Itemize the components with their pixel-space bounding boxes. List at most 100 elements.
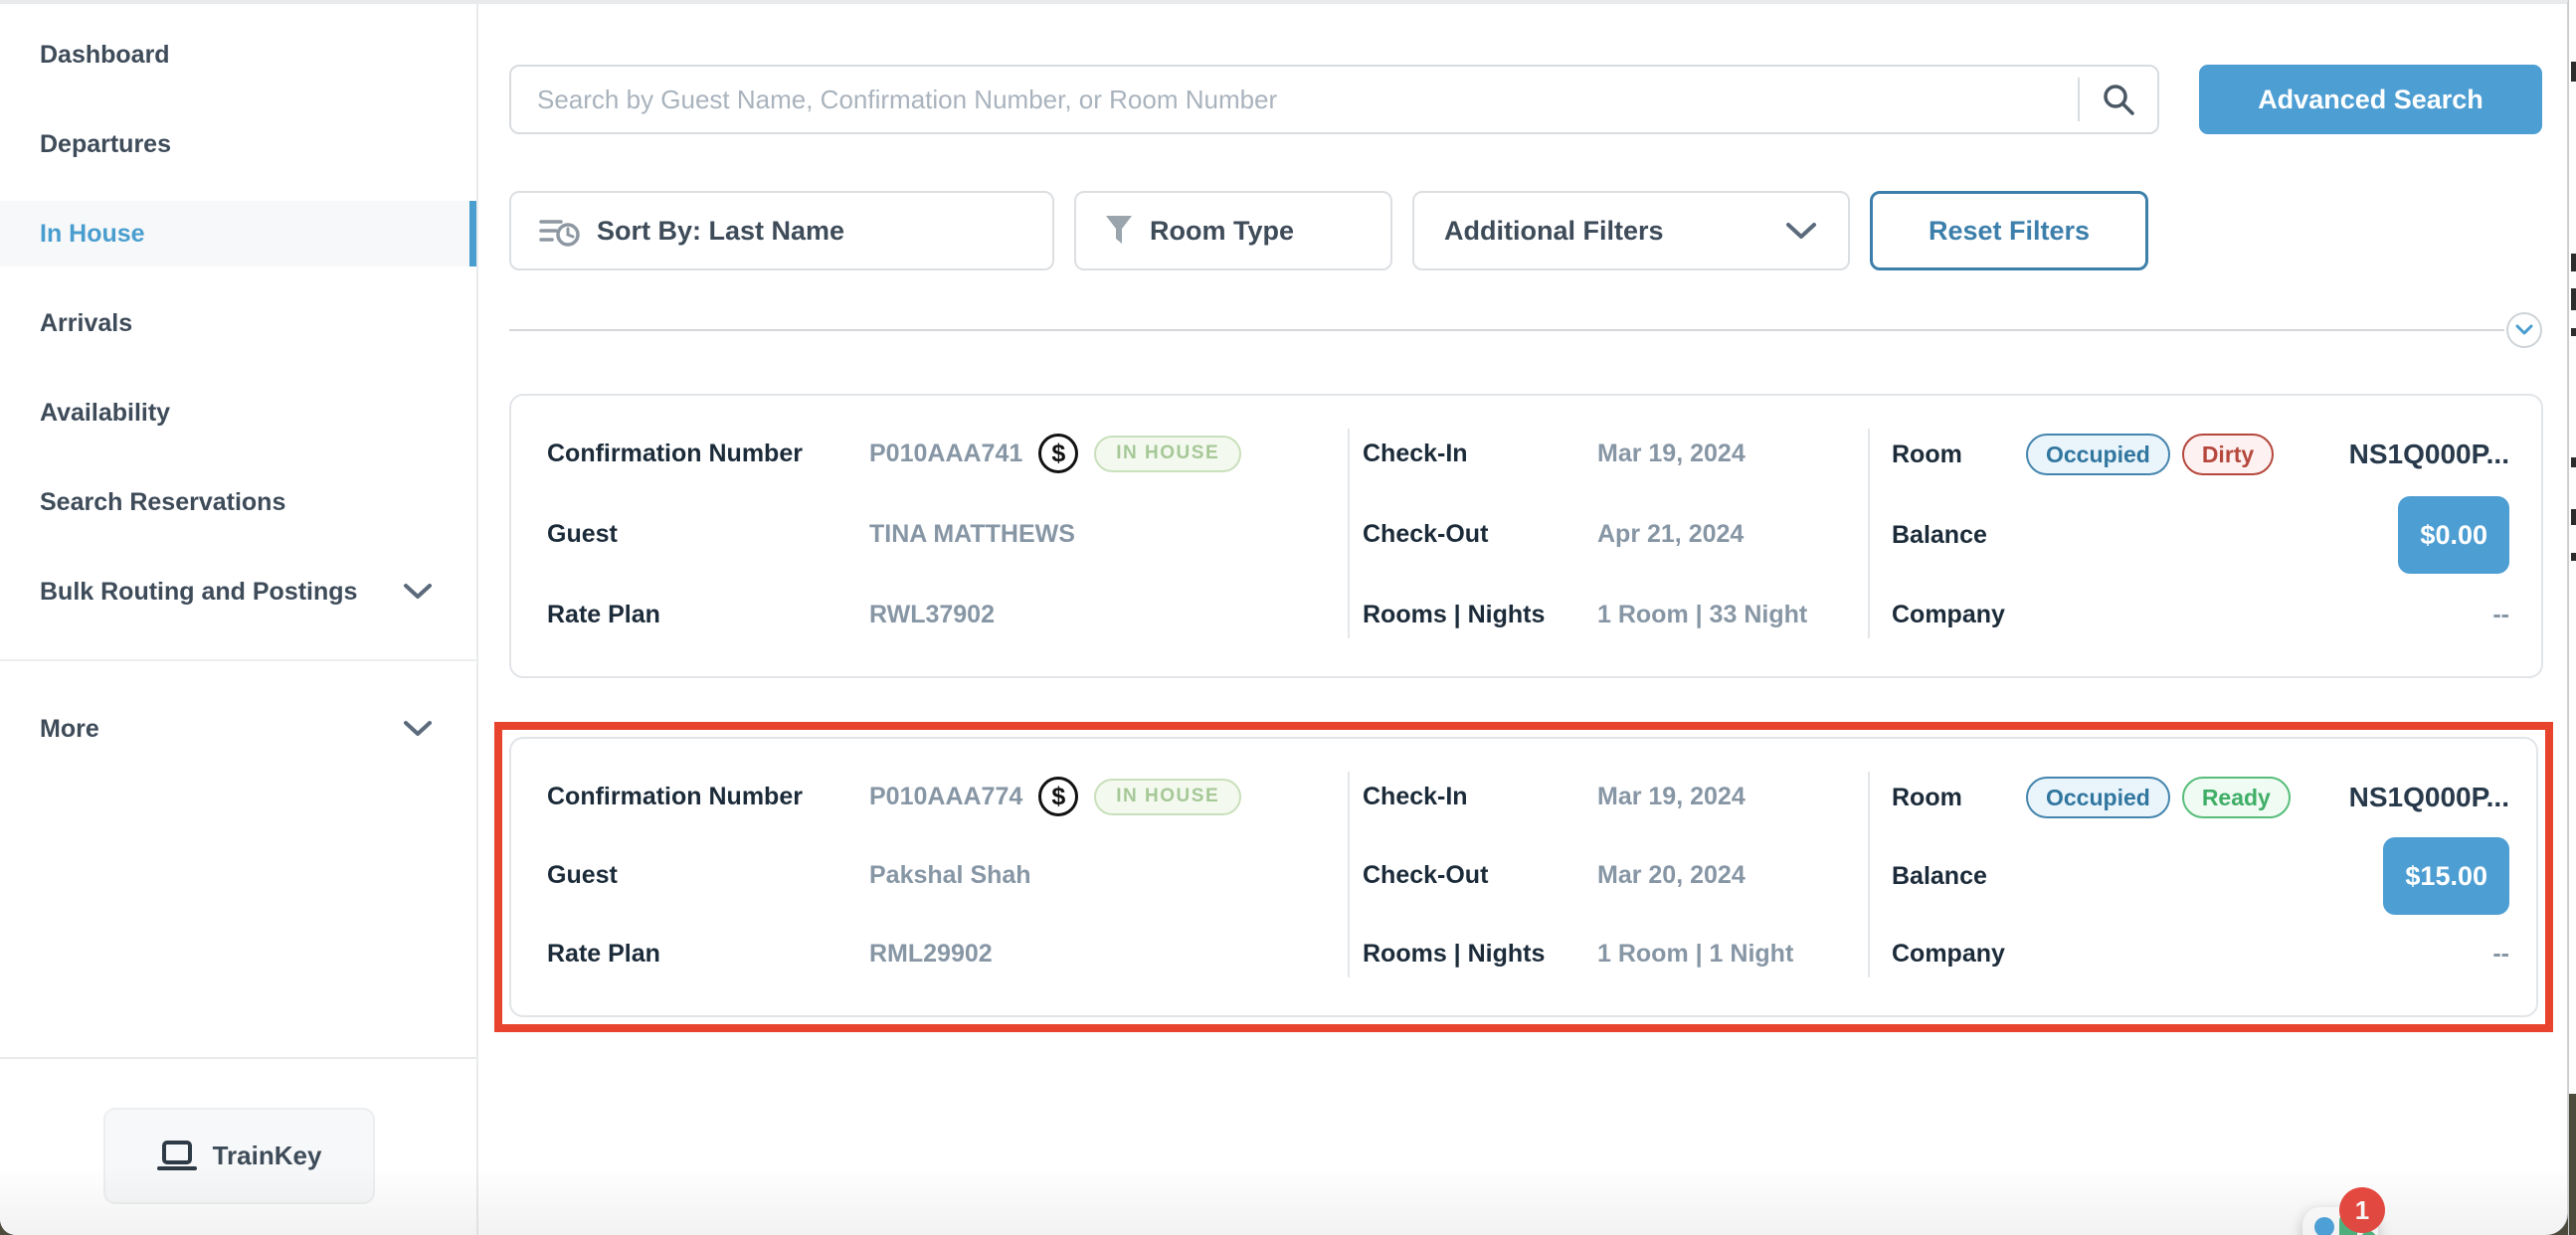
check-in-label: Check-In xyxy=(1363,440,1597,468)
funnel-icon xyxy=(1104,214,1134,248)
confirmation-number-value: P010AAA741 xyxy=(869,440,1022,468)
sidebar-item-bulk-routing-and-postings[interactable]: Bulk Routing and Postings xyxy=(0,559,476,624)
stay-dates-column: Check-In Mar 19, 2024 Check-Out Apr 21, … xyxy=(1348,396,1868,676)
rate-plan-label: Rate Plan xyxy=(547,940,869,969)
room-number-value: NS1Q000P... xyxy=(2349,439,2509,470)
balance-button[interactable]: $15.00 xyxy=(2383,837,2509,915)
sidebar-item-label: Departures xyxy=(40,130,171,159)
background-window-sliver xyxy=(2568,0,2576,1235)
laptop-icon xyxy=(157,1140,197,1173)
chevron-down-icon xyxy=(403,583,433,601)
rate-plan-label: Rate Plan xyxy=(547,601,869,629)
search-icon[interactable] xyxy=(2100,81,2137,118)
balance-label: Balance xyxy=(1892,862,1987,891)
search-input[interactable] xyxy=(511,67,2078,132)
occupancy-status-pill: Occupied xyxy=(2026,434,2170,475)
trainkey-button[interactable]: TrainKey xyxy=(103,1108,375,1204)
room-balance-column: Room Occupied Dirty NS1Q000P... Balance … xyxy=(1868,396,2545,676)
sidebar-item-in-house[interactable]: In House xyxy=(0,201,476,266)
sort-by-label: Sort By: Last Name xyxy=(597,216,844,247)
rooms-nights-value: 1 Room | 1 Night xyxy=(1597,940,1793,969)
chevron-down-icon xyxy=(403,720,433,738)
reservation-card[interactable]: Confirmation Number P010AAA741 $ IN HOUS… xyxy=(509,394,2543,678)
balance-label: Balance xyxy=(1892,521,1987,550)
in-house-status-badge: IN HOUSE xyxy=(1094,779,1241,815)
main-content: Advanced Search Sort By: Last Name xyxy=(478,4,2567,1235)
sidebar-item-label: Arrivals xyxy=(40,309,132,338)
sidebar-item-label: Search Reservations xyxy=(40,488,285,517)
filter-row: Sort By: Last Name Room Type Additional … xyxy=(509,191,2148,270)
reset-filters-button[interactable]: Reset Filters xyxy=(1870,191,2148,270)
search-separator xyxy=(2078,78,2080,121)
sidebar-item-search-reservations[interactable]: Search Reservations xyxy=(0,469,476,535)
collapse-toggle[interactable] xyxy=(2506,312,2542,348)
chat-logo-icon xyxy=(2314,1217,2334,1235)
housekeeping-status-pill: Ready xyxy=(2182,777,2291,818)
guest-label: Guest xyxy=(547,520,869,549)
screenshot-root: Dashboard Departures In House Arrivals A… xyxy=(0,0,2576,1235)
sidebar-item-more[interactable]: More xyxy=(0,696,476,762)
desktop-background-corner xyxy=(2569,1094,2576,1235)
collapse-divider xyxy=(509,312,2542,348)
reservation-info-column: Confirmation Number P010AAA774 $ IN HOUS… xyxy=(511,739,1348,1015)
guest-label: Guest xyxy=(547,861,869,890)
sidebar-item-dashboard[interactable]: Dashboard xyxy=(0,22,476,88)
company-label: Company xyxy=(1892,940,2005,969)
search-box[interactable] xyxy=(509,65,2159,134)
check-in-value: Mar 19, 2024 xyxy=(1597,783,1746,811)
check-out-label: Check-Out xyxy=(1363,861,1597,890)
rooms-nights-label: Rooms | Nights xyxy=(1363,940,1597,969)
sidebar-item-availability[interactable]: Availability xyxy=(0,380,476,445)
sidebar-item-label: More xyxy=(40,715,99,744)
guest-value: TINA MATTHEWS xyxy=(869,520,1075,549)
stay-dates-column: Check-In Mar 19, 2024 Check-Out Mar 20, … xyxy=(1348,739,1868,1015)
rate-plan-value: RML29902 xyxy=(869,940,993,969)
room-type-button[interactable]: Room Type xyxy=(1074,191,1392,270)
sidebar-bottom-divider xyxy=(0,1057,476,1059)
rooms-nights-label: Rooms | Nights xyxy=(1363,601,1597,629)
reservation-card[interactable]: Confirmation Number P010AAA774 $ IN HOUS… xyxy=(509,737,2538,1017)
reservation-info-column: Confirmation Number P010AAA741 $ IN HOUS… xyxy=(511,396,1348,676)
check-in-label: Check-In xyxy=(1363,783,1597,811)
room-number-value: NS1Q000P... xyxy=(2349,782,2509,813)
check-out-value: Mar 20, 2024 xyxy=(1597,861,1746,890)
room-label: Room xyxy=(1892,441,2026,469)
advanced-search-button[interactable]: Advanced Search xyxy=(2199,65,2542,134)
sidebar-item-label: Dashboard xyxy=(40,41,170,70)
sidebar-item-arrivals[interactable]: Arrivals xyxy=(0,290,476,356)
chevron-down-icon xyxy=(2515,324,2533,336)
sidebar-item-label: In House xyxy=(40,220,145,249)
confirmation-number-label: Confirmation Number xyxy=(547,440,869,468)
company-value: -- xyxy=(2492,601,2509,629)
room-balance-column: Room Occupied Ready NS1Q000P... Balance … xyxy=(1868,739,2545,1015)
chevron-down-icon xyxy=(1784,221,1818,241)
sidebar-item-label: Availability xyxy=(40,399,170,428)
payment-dollar-icon[interactable]: $ xyxy=(1038,777,1078,816)
divider-line xyxy=(509,329,2504,331)
housekeeping-status-pill: Dirty xyxy=(2182,434,2274,475)
rooms-nights-value: 1 Room | 33 Night xyxy=(1597,601,1807,629)
confirmation-number-value: P010AAA774 xyxy=(869,783,1022,811)
payment-dollar-icon[interactable]: $ xyxy=(1038,434,1078,473)
balance-button[interactable]: $0.00 xyxy=(2398,496,2509,574)
room-type-label: Room Type xyxy=(1150,216,1294,247)
sidebar-item-departures[interactable]: Departures xyxy=(0,111,476,177)
additional-filters-label: Additional Filters xyxy=(1444,216,1664,247)
check-out-label: Check-Out xyxy=(1363,520,1597,549)
sidebar-nav: Dashboard Departures In House Arrivals A… xyxy=(0,22,476,762)
sidebar: Dashboard Departures In House Arrivals A… xyxy=(0,4,478,1235)
occupancy-status-pill: Occupied xyxy=(2026,777,2170,818)
app-window: Dashboard Departures In House Arrivals A… xyxy=(0,0,2568,1235)
sort-by-time-icon xyxy=(539,213,581,249)
room-label: Room xyxy=(1892,784,2026,812)
check-in-value: Mar 19, 2024 xyxy=(1597,440,1746,468)
highlighted-card-outline: Confirmation Number P010AAA774 $ IN HOUS… xyxy=(494,722,2553,1032)
notification-badge: 1 xyxy=(2339,1187,2385,1233)
confirmation-number-label: Confirmation Number xyxy=(547,783,869,811)
chat-widget-button[interactable]: 1 xyxy=(2302,1207,2378,1235)
sidebar-divider xyxy=(0,659,476,661)
check-out-value: Apr 21, 2024 xyxy=(1597,520,1744,549)
sort-by-button[interactable]: Sort By: Last Name xyxy=(509,191,1054,270)
rate-plan-value: RWL37902 xyxy=(869,601,995,629)
additional-filters-button[interactable]: Additional Filters xyxy=(1412,191,1850,270)
